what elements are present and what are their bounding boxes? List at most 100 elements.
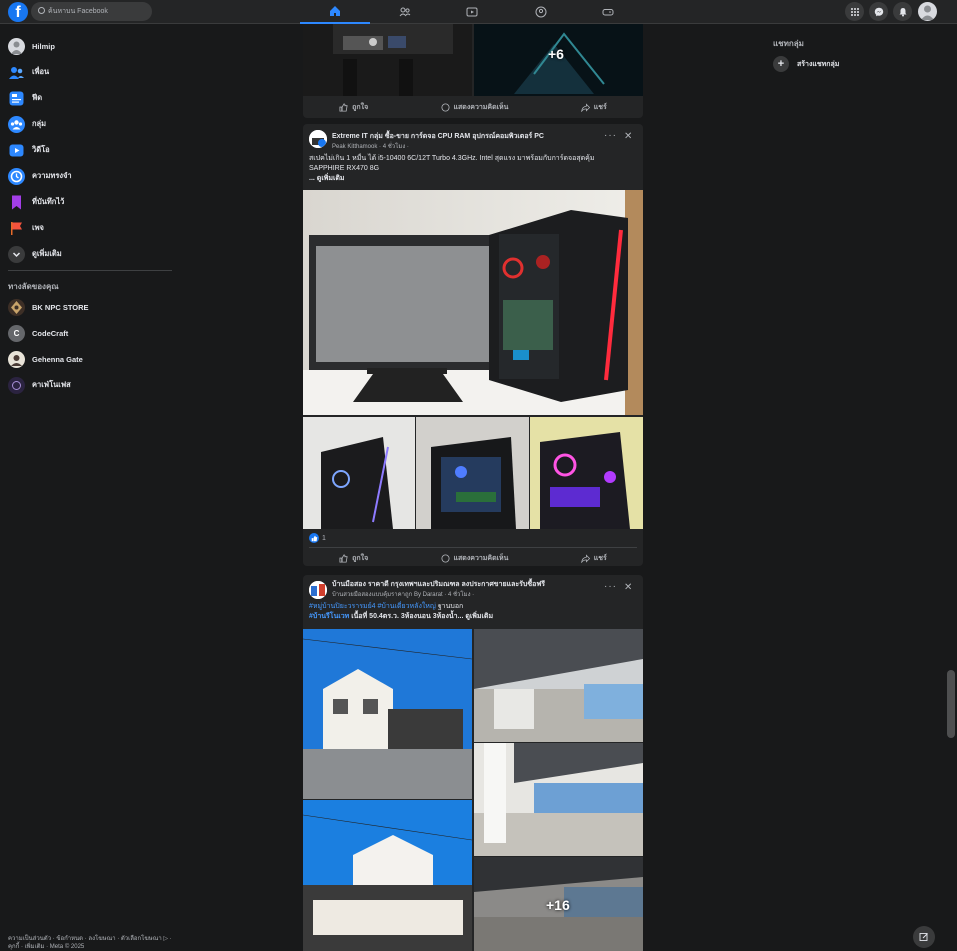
flag-icon — [8, 220, 25, 237]
sidebar-item-profile[interactable]: Hilmip — [8, 36, 55, 56]
search-icon — [38, 7, 45, 14]
menu-button[interactable] — [845, 2, 864, 21]
sidebar-item-saved[interactable]: ที่บันทึกไว้ — [8, 192, 64, 212]
post-image-thumb[interactable] — [303, 417, 415, 529]
sidebar-item-feed[interactable]: ฟีด — [8, 88, 42, 108]
post-image[interactable] — [303, 800, 472, 951]
see-more-link[interactable]: ... ดูเพิ่มเติม — [309, 174, 629, 184]
sidebar-item-label: ดูเพิ่มเติม — [32, 249, 62, 258]
avatar — [8, 37, 25, 55]
post-meta: บ้านสวยมือสองแบบคุ้มราคาถูก By Dararat ·… — [332, 589, 474, 599]
shortcut-cafe[interactable]: คาเฟ่โนเฟส — [8, 375, 71, 395]
post-text: สเปคไม่เกิน 1 หมื่น ได้ i5-10400 6C/12T … — [309, 154, 629, 184]
feed-icon — [8, 90, 25, 107]
facebook-logo-icon[interactable]: f — [8, 2, 28, 22]
post-image[interactable] — [303, 24, 472, 96]
search-input[interactable]: ค้นหาบน Facebook — [31, 2, 152, 21]
post-time[interactable]: · 4 ชั่วโมง · — [444, 592, 474, 598]
hashtag-link[interactable]: #หมู่บ้านปิยะวรารมย์4 — [309, 603, 376, 610]
groups-icon — [8, 115, 25, 133]
user-silhouette-icon — [11, 41, 22, 54]
groups-icon — [535, 6, 547, 18]
share-button[interactable]: แชร์ — [580, 102, 607, 113]
tab-friends[interactable] — [370, 0, 440, 24]
new-message-button[interactable] — [913, 926, 935, 948]
post-image-thumb[interactable] — [416, 417, 529, 529]
like-reaction-icon — [309, 533, 319, 543]
group-avatar[interactable] — [309, 130, 327, 148]
tab-gaming[interactable] — [573, 0, 643, 24]
sidebar-item-friends[interactable]: เพื่อน — [8, 62, 49, 82]
share-icon — [580, 553, 590, 563]
sidebar-item-pages[interactable]: เพจ — [8, 218, 44, 238]
share-button[interactable]: แชร์ — [580, 553, 607, 564]
search-placeholder: ค้นหาบน Facebook — [48, 8, 108, 15]
like-button[interactable]: ถูกใจ — [339, 102, 368, 113]
group-chats-title: แชทกลุ่ม — [773, 39, 804, 48]
sidebar-item-see-more[interactable]: ดูเพิ่มเติม — [8, 244, 62, 264]
sidebar-item-groups[interactable]: กลุ่ม — [8, 114, 46, 134]
hashtag-link[interactable]: #บ้านรีโนเวท — [309, 613, 349, 620]
messenger-button[interactable] — [869, 2, 888, 21]
sidebar-item-video[interactable]: วิดีโอ — [8, 140, 50, 160]
post-image-thumb[interactable] — [530, 417, 643, 529]
close-icon[interactable]: ✕ — [624, 131, 632, 142]
post-card: Extreme IT กลุ่ม ซื้อ-ขาย การ์ดจอ CPU RA… — [303, 124, 643, 566]
compose-icon — [919, 933, 928, 941]
reaction-count: 1 — [322, 534, 326, 542]
create-group-chat-button[interactable]: + สร้างแชทกลุ่ม — [773, 56, 839, 72]
post-meta: Peak Kitthamook · 4 ชั่วโมง · — [332, 141, 409, 151]
more-photos-count: +6 — [548, 46, 564, 62]
share-label: แชร์ — [593, 554, 607, 562]
sidebar-item-memories[interactable]: ความทรงจำ — [8, 166, 72, 186]
chevron-down-icon — [8, 245, 25, 263]
comment-icon — [441, 102, 450, 112]
post-time[interactable]: · 4 ชั่วโมง · — [379, 144, 409, 150]
bell-icon — [899, 7, 906, 16]
sidebar-item-label: กลุ่ม — [32, 119, 47, 128]
sidebar-item-label: วิดีโอ — [32, 145, 50, 154]
scrollbar[interactable] — [947, 670, 955, 738]
post-actions: ถูกใจ แสดงความคิดเห็น แชร์ — [303, 96, 643, 118]
comment-icon — [441, 553, 450, 563]
shortcut-gehenna-gate[interactable]: Gehenna Gate — [8, 349, 83, 369]
sidebar-item-label: เพื่อน — [32, 67, 50, 76]
comment-label: แสดงความคิดเห็น — [453, 554, 509, 562]
post-image-main[interactable] — [303, 190, 643, 415]
sidebar-item-label: Hilmip — [32, 41, 55, 51]
avatar: C — [8, 324, 25, 342]
reaction-summary[interactable]: 1 — [309, 533, 326, 543]
comment-button[interactable]: แสดงความคิดเห็น — [441, 553, 509, 564]
comment-label: แสดงความคิดเห็น — [453, 103, 509, 111]
post-image[interactable] — [474, 743, 643, 856]
profile-avatar[interactable] — [918, 2, 937, 21]
shortcut-codecraft[interactable]: C CodeCraft — [8, 323, 68, 343]
post-image[interactable] — [303, 629, 472, 799]
tab-groups[interactable] — [506, 0, 576, 24]
author-name[interactable]: บ้านสวยมือสองแบบคุ้มราคาถูก By Dararat — [332, 592, 443, 598]
post-image[interactable] — [474, 629, 643, 742]
more-options-icon[interactable]: ··· — [604, 581, 617, 592]
post-image[interactable]: +6 — [474, 24, 643, 96]
footer-links[interactable]: ความเป็นส่วนตัว · ข้อกำหนด · ลงโฆษณา · ต… — [8, 935, 178, 951]
post-actions: ถูกใจ แสดงความคิดเห็น แชร์ — [303, 547, 643, 566]
thumbs-up-icon — [339, 102, 348, 112]
tab-home[interactable] — [300, 0, 370, 24]
comment-button[interactable]: แสดงความคิดเห็น — [441, 102, 509, 113]
plus-icon: + — [773, 56, 789, 72]
tab-video[interactable] — [437, 0, 507, 24]
sidebar-item-label: เพจ — [32, 223, 44, 232]
close-icon[interactable]: ✕ — [624, 582, 632, 593]
group-avatar[interactable] — [309, 581, 327, 599]
shortcut-bk-npc-store[interactable]: BK NPC STORE — [8, 297, 89, 317]
post-image[interactable]: +16 — [474, 857, 643, 951]
hashtag-link[interactable]: #บ้านเดี่ยวหลังใหญ่ — [378, 603, 436, 610]
avatar — [8, 298, 25, 316]
notifications-button[interactable] — [893, 2, 912, 21]
author-name[interactable]: Peak Kitthamook — [332, 144, 377, 150]
more-options-icon[interactable]: ··· — [604, 130, 617, 141]
post-text-line: สเปคไม่เกิน 1 หมื่น ได้ i5-10400 6C/12T … — [309, 155, 595, 162]
friends-icon — [8, 64, 25, 81]
top-navbar: f ค้นหาบน Facebook — [0, 0, 957, 24]
like-button[interactable]: ถูกใจ — [339, 553, 368, 564]
